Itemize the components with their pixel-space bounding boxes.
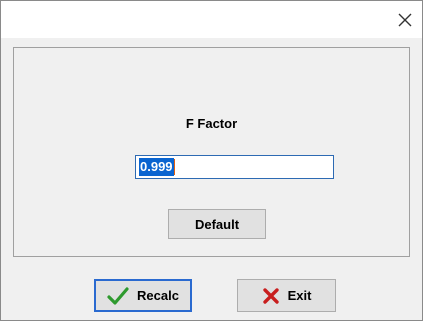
f-factor-input[interactable]: 0.999: [135, 155, 334, 179]
exit-button[interactable]: Exit: [237, 279, 336, 312]
recalc-button-label: Recalc: [137, 288, 179, 303]
f-factor-input-value: 0.999: [139, 158, 174, 176]
text-caret: [173, 159, 175, 175]
close-button[interactable]: [388, 1, 422, 38]
dialog-window: F Factor 0.999 Default Recalc Exit: [0, 0, 423, 321]
close-icon: [398, 13, 412, 26]
f-factor-label: F Factor: [185, 116, 238, 131]
recalc-button[interactable]: Recalc: [94, 279, 192, 312]
default-button[interactable]: Default: [168, 209, 266, 239]
default-button-label: Default: [194, 216, 240, 232]
checkmark-icon: [107, 286, 129, 305]
title-bar: [1, 1, 422, 38]
x-mark-icon: [262, 287, 280, 305]
exit-button-label: Exit: [287, 288, 312, 303]
f-factor-panel: F Factor 0.999 Default: [13, 47, 410, 257]
